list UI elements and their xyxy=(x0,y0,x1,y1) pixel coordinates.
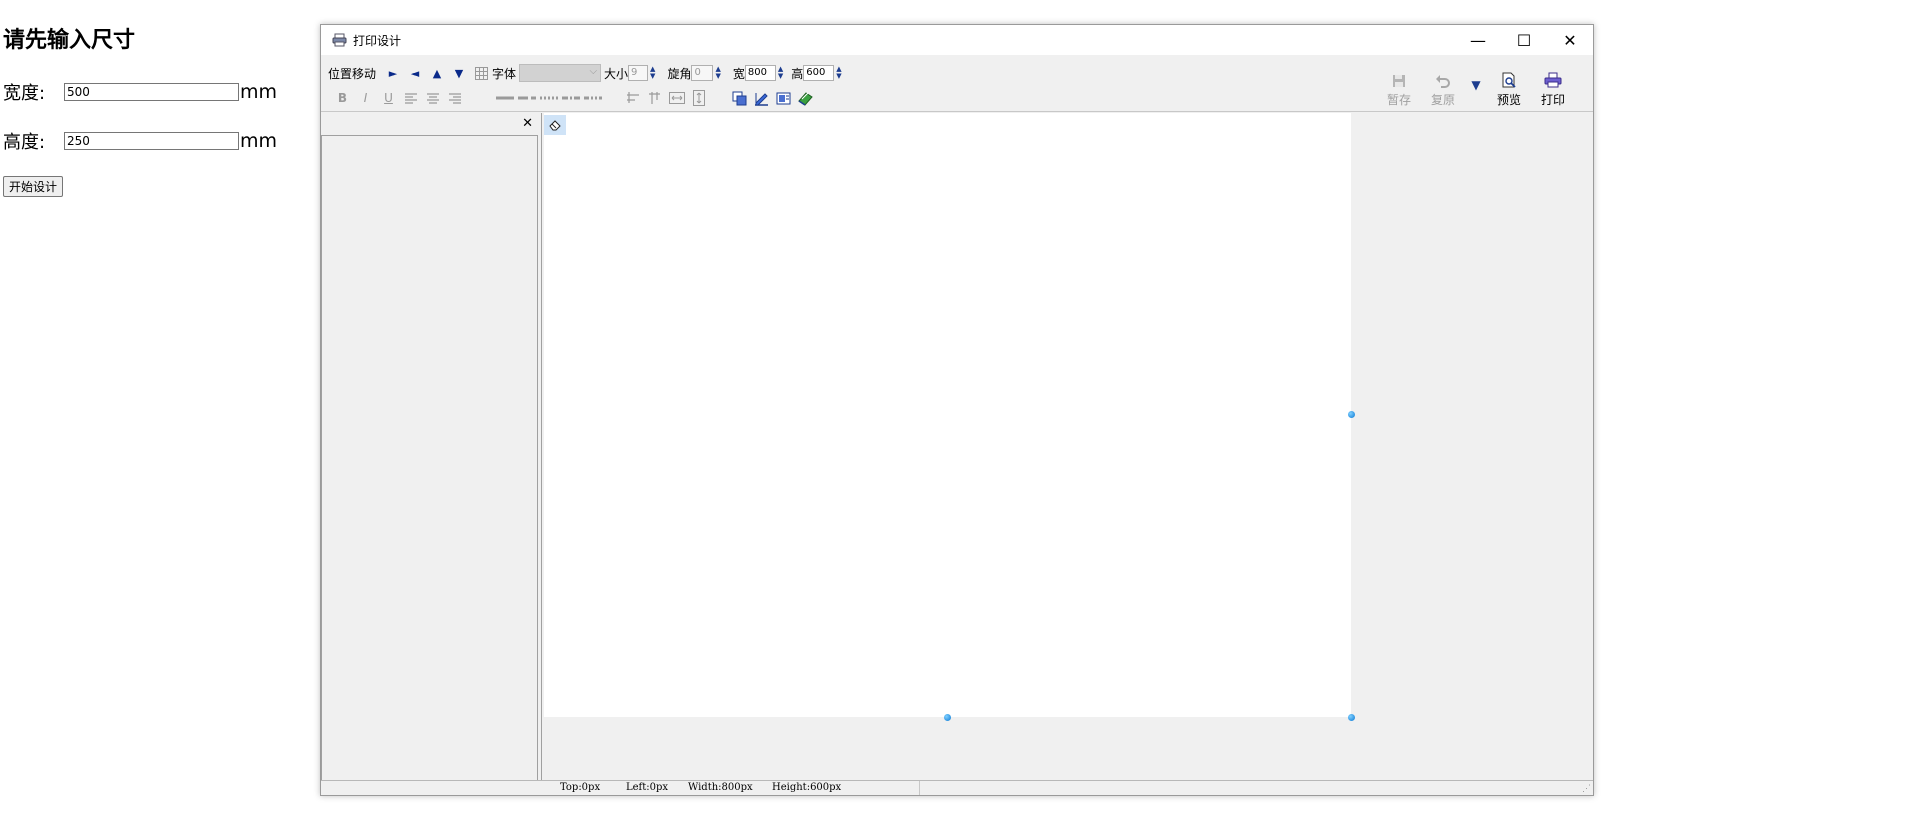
status-bar: Top:0px Left:0px Width:800px Height:600p… xyxy=(321,780,1593,795)
bold-button[interactable]: B xyxy=(331,91,354,105)
height-input[interactable] xyxy=(64,132,239,150)
size-label: 大小 xyxy=(604,66,629,81)
book-icon[interactable] xyxy=(794,89,816,107)
print-label: 打印 xyxy=(1540,93,1565,107)
close-button[interactable]: ✕ xyxy=(1547,25,1593,55)
print-button[interactable]: 打印 xyxy=(1531,72,1575,108)
preview-label: 预览 xyxy=(1496,93,1521,107)
rotate-updown-icon[interactable]: ▲ ▼ xyxy=(715,66,720,80)
start-design-button[interactable]: 开始设计 xyxy=(3,176,64,197)
size-updown-icon[interactable]: ▲ ▼ xyxy=(650,66,655,80)
window-title: 打印设计 xyxy=(353,33,402,48)
print-icon xyxy=(1544,72,1562,91)
status-top: Top:0px xyxy=(560,782,601,793)
more-dropdown-button[interactable]: ▼ xyxy=(1465,78,1487,108)
resize-handle-bottom[interactable] xyxy=(944,714,951,721)
align-left-icon[interactable] xyxy=(400,89,422,107)
width-value[interactable]: 800 xyxy=(744,65,776,81)
line-dot-icon[interactable] xyxy=(538,89,560,107)
print-design-window: 打印设计 — ☐ ✕ 位置移动 ► ◄ ▲ ▼ 字体 ⌵ 大小 9 ▲▼ 旋角 xyxy=(320,24,1594,796)
width-updown-icon[interactable]: ▲ ▼ xyxy=(778,66,783,80)
resize-handle-right[interactable] xyxy=(1348,411,1355,418)
same-height-icon[interactable] xyxy=(688,89,710,107)
printer-icon xyxy=(331,32,347,48)
restore-button[interactable]: 复原 xyxy=(1421,74,1465,108)
undo-icon xyxy=(1435,74,1451,91)
line-dashdotdot-icon[interactable] xyxy=(582,89,604,107)
height-value[interactable]: 600 xyxy=(803,65,835,81)
width-spinner[interactable]: 800 ▲ ▼ xyxy=(744,65,783,81)
left-panel: ✕ xyxy=(321,113,539,783)
preview-button[interactable]: 预览 xyxy=(1487,72,1531,108)
rotate-value[interactable]: 0 xyxy=(691,65,714,81)
save-icon xyxy=(1392,74,1406,91)
restore-label: 复原 xyxy=(1430,93,1455,107)
edit-icon[interactable] xyxy=(750,89,772,107)
height-updown-icon[interactable]: ▲ ▼ xyxy=(836,66,841,80)
design-paper[interactable] xyxy=(544,113,1351,717)
line-dashdot-icon[interactable] xyxy=(560,89,582,107)
same-width-icon[interactable] xyxy=(666,89,688,107)
width-unit: mm xyxy=(240,81,278,103)
status-left: Left:0px xyxy=(626,782,669,793)
align-vertical-icon[interactable] xyxy=(644,89,666,107)
underline-button[interactable]: U xyxy=(377,91,400,105)
size-value[interactable]: 9 xyxy=(628,65,649,81)
save-button[interactable]: 暂存 xyxy=(1377,74,1421,108)
align-center-icon[interactable] xyxy=(422,89,444,107)
title-bar[interactable]: 打印设计 xyxy=(321,25,1593,55)
font-label: 字体 xyxy=(492,66,517,81)
line-solid-icon[interactable] xyxy=(494,89,516,107)
rotate-spinner[interactable]: 0 ▲ ▼ xyxy=(691,65,721,81)
design-canvas-area[interactable] xyxy=(544,113,1593,783)
italic-button[interactable]: I xyxy=(354,91,377,105)
height-label: 高度: xyxy=(3,132,46,153)
move-left-button[interactable]: ◄ xyxy=(404,67,426,80)
maximize-button[interactable]: ☐ xyxy=(1501,25,1547,55)
width-input[interactable] xyxy=(64,83,239,101)
status-divider xyxy=(919,781,920,795)
chevron-down-icon: ⌵ xyxy=(589,66,598,77)
resize-handle-corner[interactable] xyxy=(1348,714,1355,721)
save-label: 暂存 xyxy=(1386,93,1411,107)
element-list[interactable] xyxy=(321,135,538,783)
move-right-button[interactable]: ► xyxy=(382,67,404,80)
grid-icon[interactable] xyxy=(470,64,492,82)
right-toolbar: 暂存 复原 ▼ 预览 打印 xyxy=(1377,72,1575,108)
minimize-button[interactable]: — xyxy=(1455,25,1501,55)
layout-icon[interactable] xyxy=(772,89,794,107)
eraser-icon[interactable] xyxy=(544,115,566,135)
align-horizontal-icon[interactable] xyxy=(622,89,644,107)
size-spinner[interactable]: 9 ▲ ▼ xyxy=(628,65,655,81)
copy-icon[interactable] xyxy=(728,89,750,107)
width-row: 宽度: mm xyxy=(3,79,277,105)
width-field-label: 宽 xyxy=(732,66,745,81)
line-dash-icon[interactable] xyxy=(516,89,538,107)
move-up-button[interactable]: ▲ xyxy=(426,67,448,80)
move-label: 位置移动 xyxy=(328,66,377,81)
status-width: Width:800px xyxy=(688,782,753,793)
height-row: 高度: mm xyxy=(3,128,277,154)
align-right-icon[interactable] xyxy=(444,89,466,107)
font-select[interactable]: ⌵ xyxy=(519,64,602,82)
panel-close-button[interactable]: ✕ xyxy=(522,116,533,131)
height-spinner[interactable]: 600 ▲ ▼ xyxy=(803,65,842,81)
rotate-label: 旋角 xyxy=(667,66,692,81)
toolbar-row-1: 位置移动 ► ◄ ▲ ▼ 字体 ⌵ 大小 9 ▲ ▼ 旋角 0 ▲ ▼ 宽 80… xyxy=(328,64,842,82)
status-height: Height:600px xyxy=(772,782,842,793)
move-down-button[interactable]: ▼ xyxy=(448,67,470,80)
height-unit: mm xyxy=(240,130,278,152)
resize-grip-icon[interactable]: ⋰ xyxy=(1582,784,1591,794)
page-title: 请先输入尺寸 xyxy=(3,28,136,53)
width-label: 宽度: xyxy=(3,83,46,104)
toolbar: 位置移动 ► ◄ ▲ ▼ 字体 ⌵ 大小 9 ▲ ▼ 旋角 0 ▲ ▼ 宽 80… xyxy=(321,55,1593,112)
toolbar-row-2: B I U xyxy=(331,89,816,107)
preview-icon xyxy=(1501,72,1517,91)
height-field-label: 高 xyxy=(791,66,804,81)
